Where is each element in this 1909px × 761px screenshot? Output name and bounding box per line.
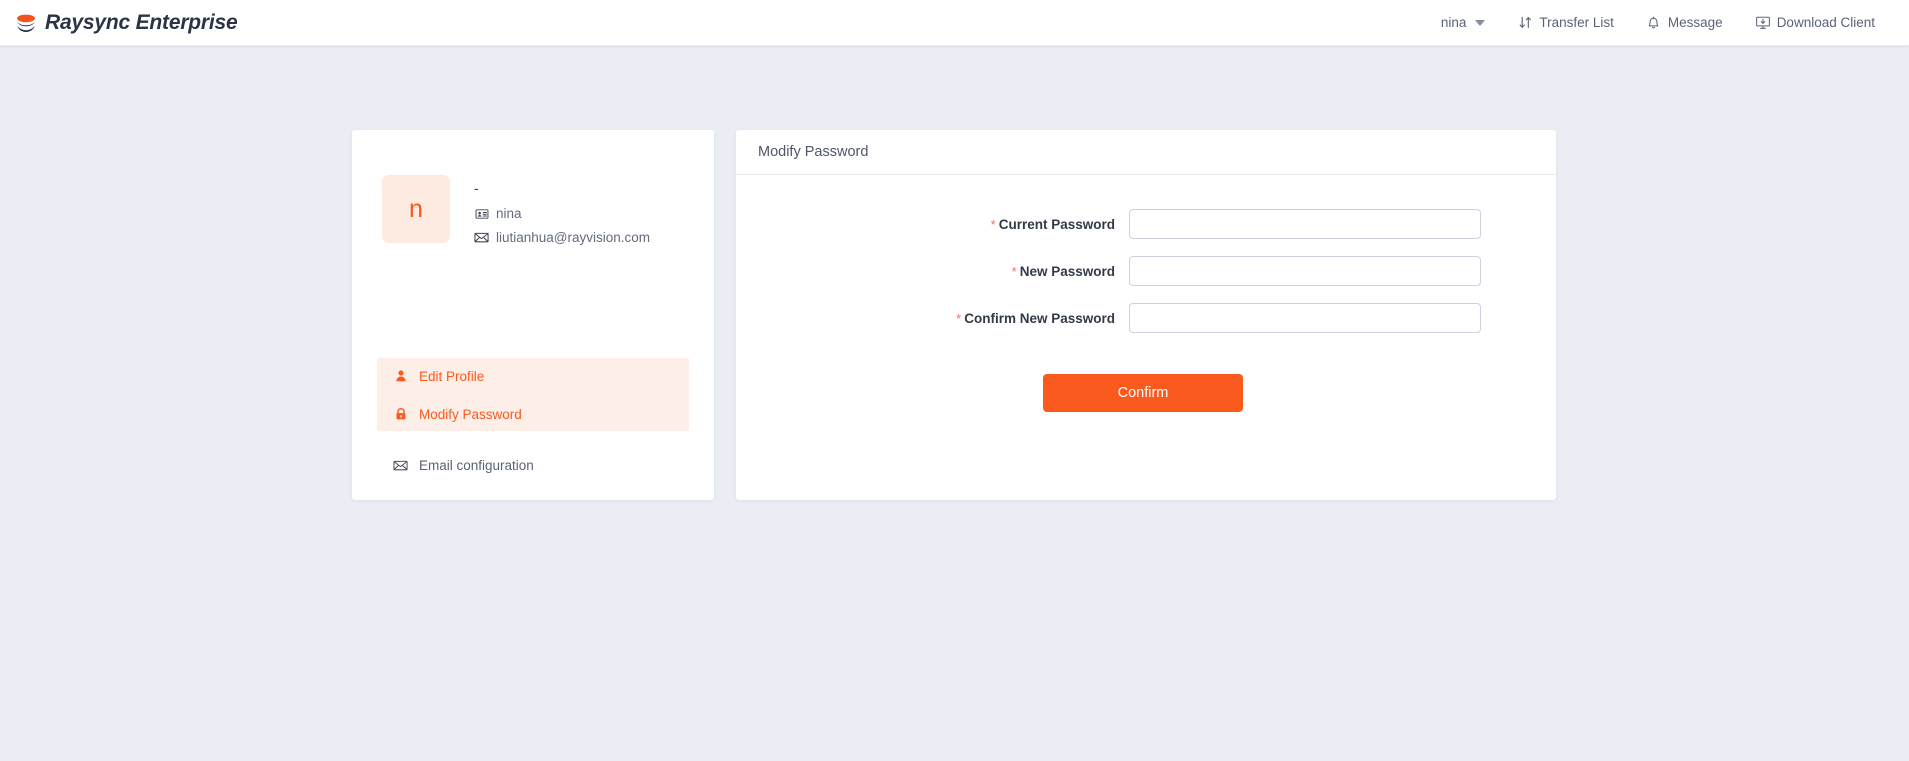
- menu-item-modify-password[interactable]: Modify Password: [352, 396, 714, 432]
- download-client-label: Download Client: [1776, 15, 1875, 30]
- user-menu-nina[interactable]: nina: [1425, 0, 1502, 46]
- label-text: New Password: [1019, 263, 1115, 279]
- profile-email: liutianhua@rayvision.com: [496, 230, 651, 245]
- menu-item-email-configuration[interactable]: Email configuration: [352, 447, 714, 483]
- required-asterisk: *: [956, 310, 962, 326]
- menu-item-label: Edit Profile: [419, 368, 485, 384]
- label-current-password: * Current Password: [736, 217, 1129, 232]
- id-card-icon: [474, 206, 489, 221]
- lock-icon: [393, 407, 408, 422]
- profile-username: nina: [496, 206, 522, 221]
- avatar: n: [382, 175, 450, 243]
- profile-username-row: nina: [474, 206, 650, 221]
- label-text: Confirm New Password: [964, 310, 1115, 326]
- confirm-new-password-input[interactable]: [1129, 303, 1481, 333]
- profile-email-row: liutianhua@rayvision.com: [474, 230, 650, 245]
- brand-logo-link[interactable]: Raysync Enterprise: [14, 11, 238, 35]
- message-label: Message: [1667, 15, 1723, 30]
- profile-card: n - nina liutianhua@rayvision.com Edit P…: [352, 130, 714, 500]
- chevron-down-icon: [1475, 19, 1486, 26]
- message-button[interactable]: Message: [1630, 0, 1739, 46]
- transfer-arrows-icon: [1517, 15, 1533, 31]
- header-nav: nina Transfer List Message Download Clie…: [1425, 0, 1891, 46]
- download-client-button[interactable]: Download Client: [1739, 0, 1891, 46]
- form-actions: Confirm: [736, 374, 1556, 412]
- required-asterisk: *: [1011, 263, 1017, 279]
- page-content: n - nina liutianhua@rayvision.com Edit P…: [0, 46, 1909, 761]
- profile-details: - nina liutianhua@rayvision.com: [474, 175, 650, 245]
- label-new-password: * New Password: [736, 264, 1129, 279]
- envelope-icon: [393, 458, 408, 473]
- modify-password-card: Modify Password * Current Password * New P…: [736, 130, 1556, 500]
- profile-summary: n - nina liutianhua@rayvision.com: [352, 130, 714, 245]
- modify-password-form: * Current Password * New Password * Confirm…: [736, 175, 1556, 412]
- current-password-input[interactable]: [1129, 209, 1481, 239]
- envelope-icon: [474, 230, 489, 245]
- profile-menu: Edit Profile Modify Password Email confi…: [352, 358, 714, 483]
- form-row-new-password: * New Password: [736, 256, 1556, 286]
- user-menu-label: nina: [1440, 15, 1467, 30]
- user-icon: [393, 369, 408, 384]
- form-row-current-password: * Current Password: [736, 209, 1556, 239]
- brand-title: Raysync Enterprise: [45, 10, 238, 34]
- bell-icon: [1646, 15, 1662, 31]
- form-row-confirm-new-password: * Confirm New Password: [736, 303, 1556, 333]
- monitor-download-icon: [1755, 15, 1771, 31]
- app-header: Raysync Enterprise nina Transfer List Me…: [0, 0, 1909, 46]
- panel-title: Modify Password: [736, 130, 1556, 175]
- raysync-layers-logo-icon: [14, 11, 38, 35]
- menu-item-label: Modify Password: [419, 406, 522, 422]
- label-text: Current Password: [998, 216, 1115, 232]
- label-confirm-new-password: * Confirm New Password: [736, 311, 1129, 326]
- confirm-button[interactable]: Confirm: [1043, 374, 1243, 412]
- transfer-list-label: Transfer List: [1539, 15, 1614, 30]
- transfer-list-button[interactable]: Transfer List: [1501, 0, 1630, 46]
- profile-display-name: -: [474, 180, 479, 196]
- menu-item-label: Email configuration: [419, 457, 534, 473]
- menu-spacer: [352, 432, 714, 434]
- menu-item-edit-profile[interactable]: Edit Profile: [352, 358, 714, 394]
- required-asterisk: *: [990, 216, 996, 232]
- new-password-input[interactable]: [1129, 256, 1481, 286]
